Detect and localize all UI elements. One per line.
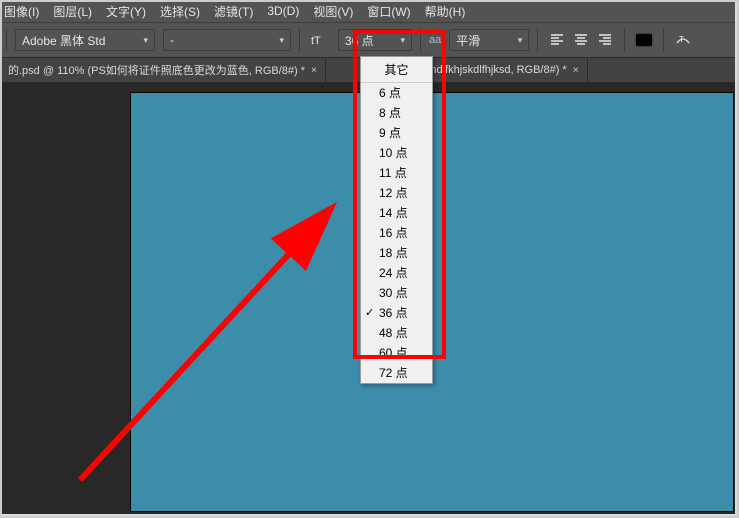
font-size-dropdown[interactable]: 36 点 ▾ [338,29,412,51]
menu-window[interactable]: 窗口(W) [367,3,410,20]
font-size-dropdown-list[interactable]: 其它 6 点8 点9 点10 点11 点12 点14 点16 点18 点24 点… [360,56,433,384]
font-size-option[interactable]: 11 点 [361,163,432,183]
svg-text:T: T [679,35,684,44]
options-bar: Adobe 黑体 Std ▾ - ▾ tT 36 点 ▾ aa 平滑 ▾ [0,22,735,58]
text-align-group [546,29,616,51]
antialias-dropdown[interactable]: 平滑 ▾ [449,29,529,51]
close-icon[interactable]: × [311,65,317,76]
font-size-option[interactable]: 24 点 [361,263,432,283]
font-size-option[interactable]: 14 点 [361,203,432,223]
chevron-down-icon: ▾ [143,35,148,46]
font-size-option[interactable]: 6 点 [361,83,432,103]
font-family-value: Adobe 黑体 Std [22,32,105,49]
menu-help[interactable]: 帮助(H) [425,3,466,20]
separator [537,28,538,52]
document-tab-label: % (ndjfkhjskdlfhjksd, RGB/8#) * [414,64,567,76]
menu-image[interactable]: 图像(I) [4,3,39,20]
antialias-value: 平滑 [456,32,480,49]
close-icon[interactable]: × [573,65,579,76]
menu-layer[interactable]: 图层(L) [53,3,92,20]
font-style-dropdown[interactable]: - ▾ [163,29,291,51]
font-size-option[interactable]: 30 点 [361,283,432,303]
font-size-option[interactable]: 48 点 [361,323,432,343]
font-size-option[interactable]: 10 点 [361,143,432,163]
menu-view[interactable]: 视图(V) [313,3,353,20]
font-size-option[interactable]: 9 点 [361,123,432,143]
font-family-dropdown[interactable]: Adobe 黑体 Std ▾ [15,29,155,51]
document-tab[interactable]: 的.psd @ 110% (PS如何将证件照底色更改为蓝色, RGB/8#) *… [0,58,326,82]
font-size-option[interactable]: 72 点 [361,363,432,383]
font-size-value: 36 点 [345,32,374,49]
separator [663,28,664,52]
menu-select[interactable]: 选择(S) [160,3,200,20]
menu-filter[interactable]: 滤镜(T) [214,3,253,20]
menu-bar: 图像(I) 图层(L) 文字(Y) 选择(S) 滤镜(T) 3D(D) 视图(V… [0,0,735,22]
document-tab[interactable]: % (ndjfkhjskdlfhjksd, RGB/8#) * × [406,58,588,82]
warp-text-button[interactable]: T [672,29,694,51]
font-size-option[interactable]: 12 点 [361,183,432,203]
font-size-option[interactable]: 16 点 [361,223,432,243]
align-left-button[interactable] [546,29,568,51]
text-color-swatch[interactable] [633,29,655,51]
align-right-button[interactable] [594,29,616,51]
separator [6,28,7,52]
text-size-icon: tT [308,29,330,51]
font-style-value: - [170,33,174,47]
font-size-option[interactable]: 8 点 [361,103,432,123]
align-center-button[interactable] [570,29,592,51]
font-size-option[interactable]: 60 点 [361,343,432,363]
chevron-down-icon: ▾ [400,35,405,46]
menu-type[interactable]: 文字(Y) [106,3,146,20]
menu-3d[interactable]: 3D(D) [267,4,299,18]
document-tab-label: 的.psd @ 110% (PS如何将证件照底色更改为蓝色, RGB/8#) * [8,62,305,78]
chevron-down-icon: ▾ [518,35,523,46]
font-size-option[interactable]: 18 点 [361,243,432,263]
chevron-down-icon: ▾ [279,35,284,46]
separator [420,28,421,52]
separator [299,28,300,52]
separator [624,28,625,52]
dropdown-header: 其它 [361,57,432,83]
svg-text:tT: tT [311,35,321,47]
antialias-prefix-icon: aa [429,34,441,46]
font-size-option[interactable]: 36 点 [361,303,432,323]
